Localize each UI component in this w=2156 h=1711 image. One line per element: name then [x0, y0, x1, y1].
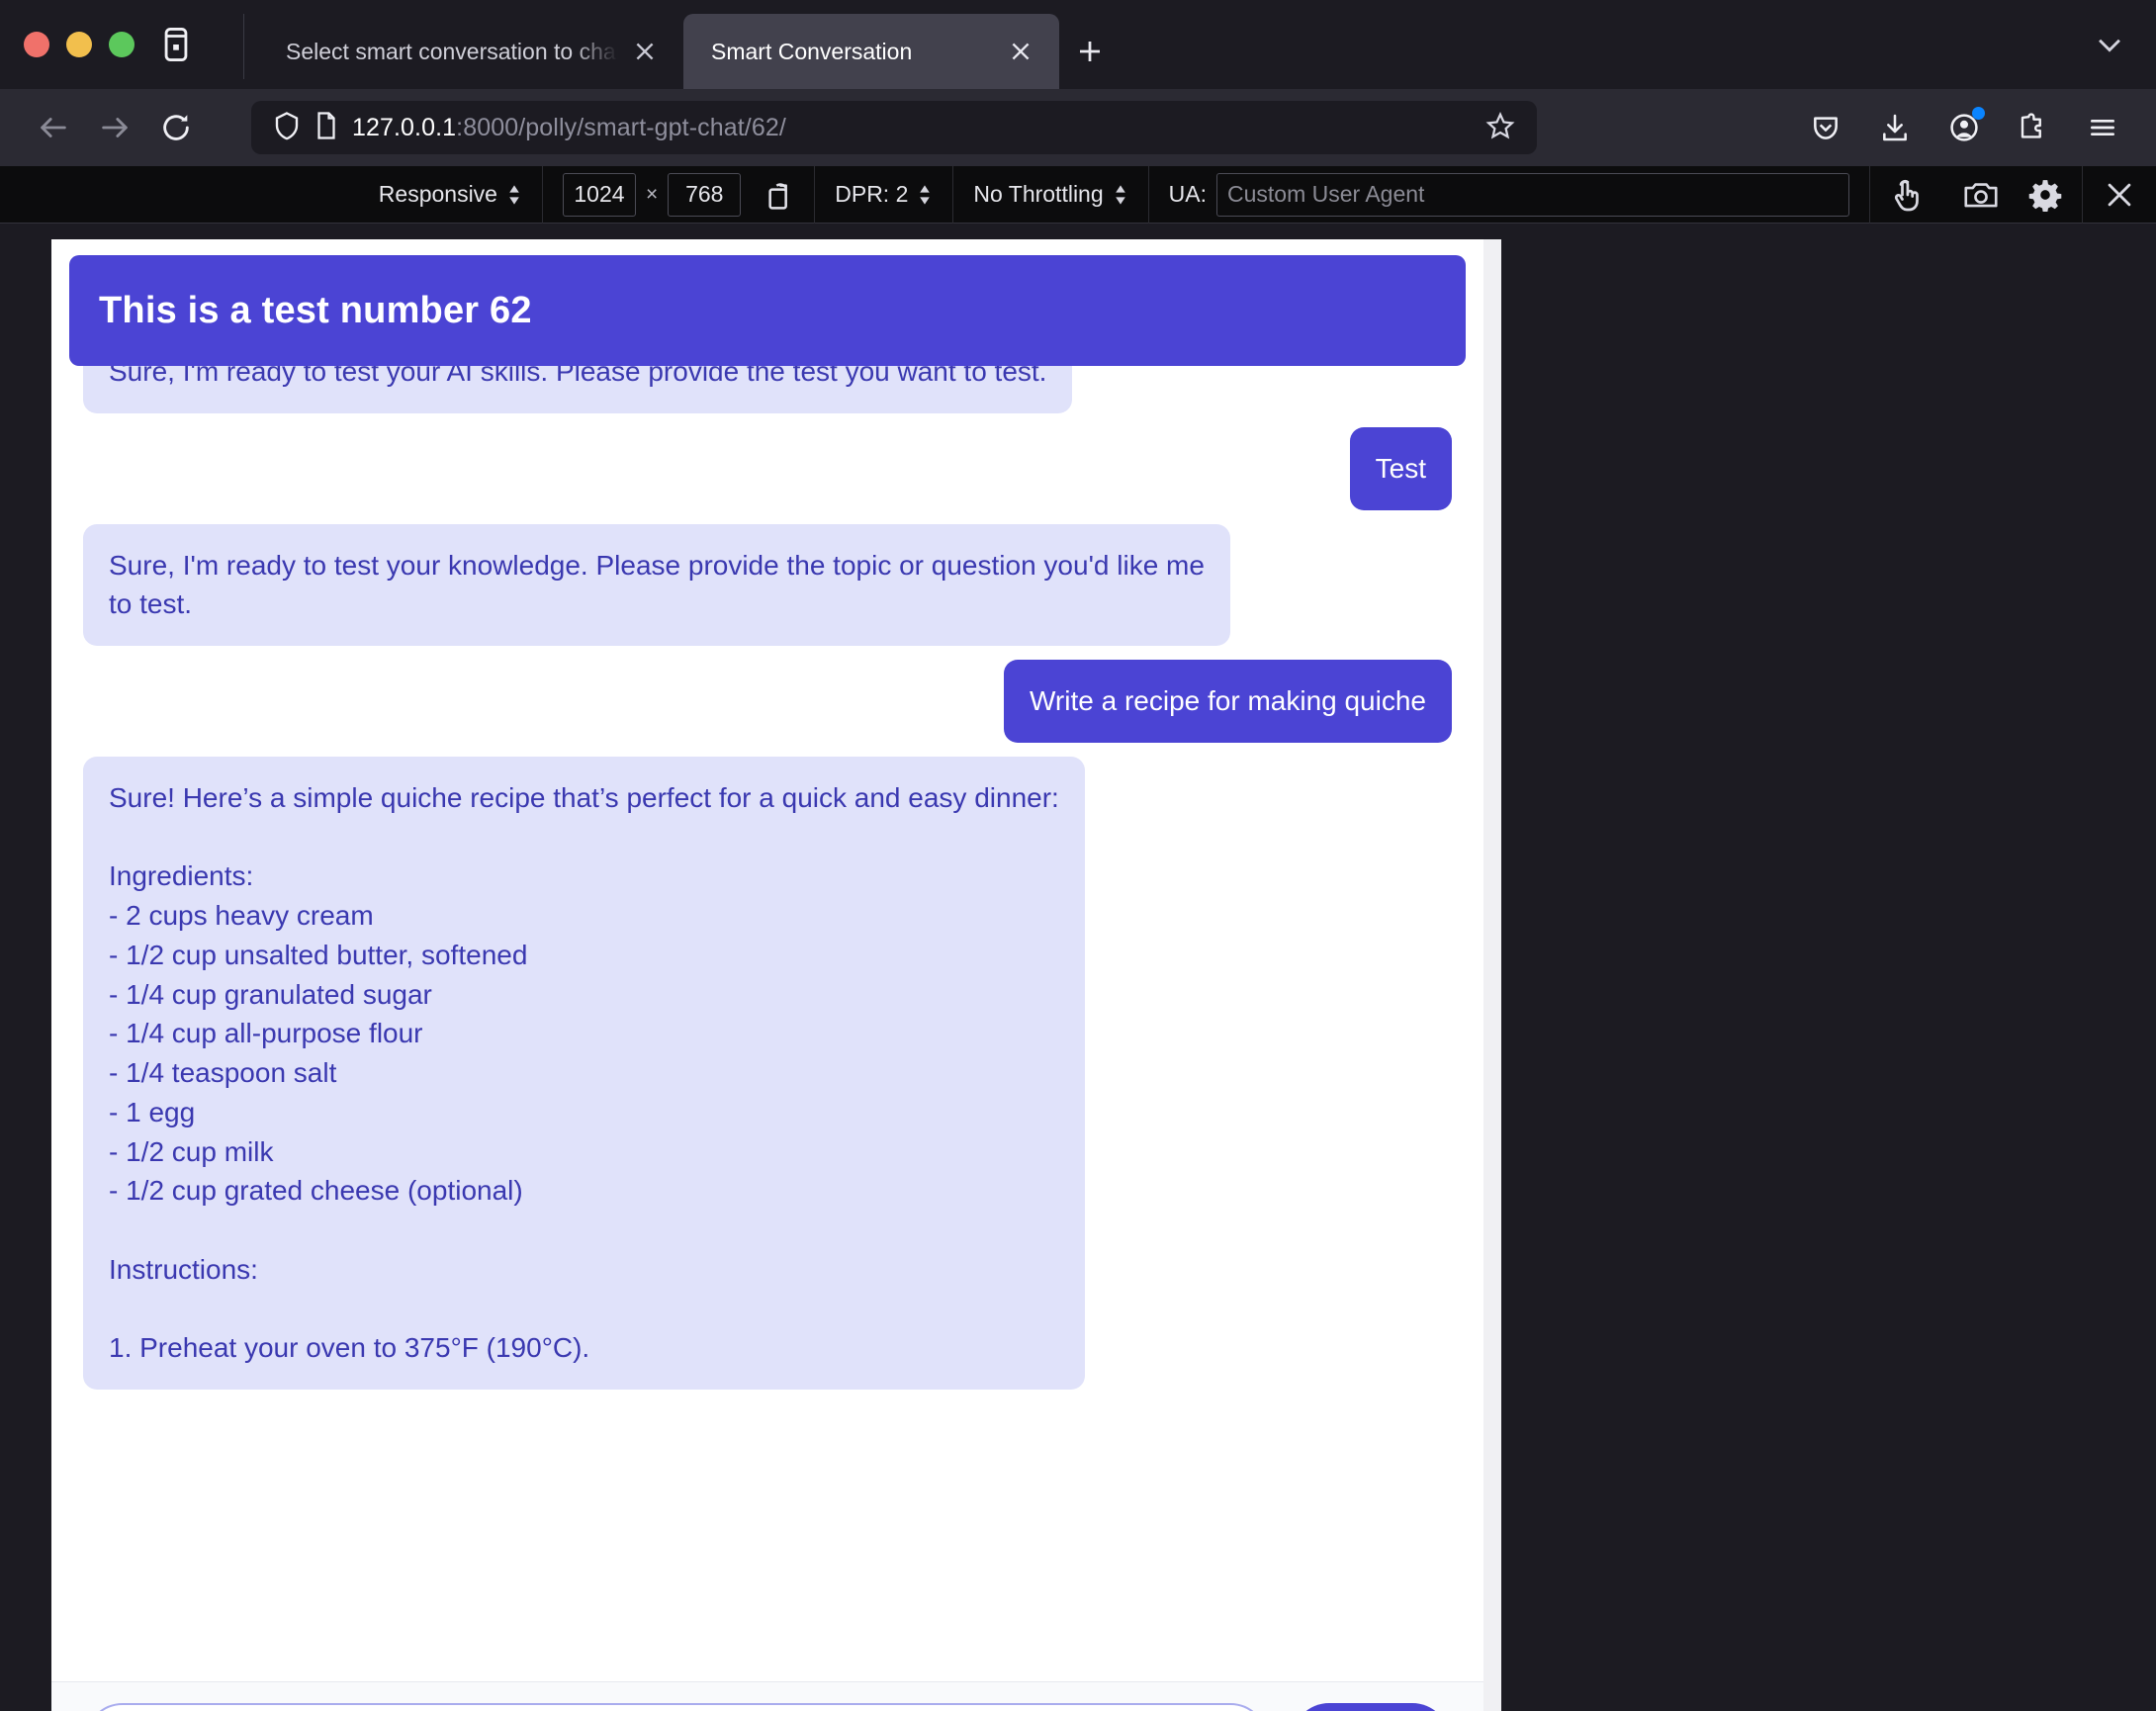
- viewport-size-controls: ×: [542, 166, 814, 224]
- message-row: Test: [83, 427, 1452, 510]
- chat-scroll-area[interactable]: Sure, I'm ready to test your AI skills. …: [51, 239, 1483, 1681]
- chrome-divider: [243, 14, 244, 79]
- account-icon[interactable]: [1936, 100, 1992, 155]
- message-list: Sure, I'm ready to test your AI skills. …: [83, 239, 1452, 1390]
- assistant-message-bubble: Sure, I'm ready to test your knowledge. …: [83, 524, 1230, 647]
- shield-icon[interactable]: [273, 111, 301, 145]
- close-tab-icon[interactable]: [628, 35, 662, 68]
- navigation-toolbar: 127.0.0.1:8000/polly/smart-gpt-chat/62/: [0, 89, 2156, 166]
- dpr-label: DPR: 2: [835, 181, 908, 208]
- minimize-window-button[interactable]: [66, 32, 92, 57]
- responsive-design-toolbar: Responsive × DPR: 2 No Throttling: [0, 166, 2156, 224]
- reload-button[interactable]: [148, 100, 204, 155]
- device-select-label: Responsive: [379, 181, 497, 208]
- pocket-icon[interactable]: [1798, 100, 1853, 155]
- download-icon[interactable]: [1867, 100, 1923, 155]
- chevron-updown-icon: [917, 183, 933, 207]
- throttling-label: No Throttling: [973, 181, 1103, 208]
- rotate-icon[interactable]: [764, 179, 794, 211]
- page-header: This is a test number 62: [69, 255, 1466, 366]
- viewport-scrollbar[interactable]: [1483, 239, 1501, 1711]
- extensions-icon[interactable]: [2006, 100, 2061, 155]
- new-tab-button[interactable]: [1059, 14, 1121, 89]
- tab-title: Select smart conversation to change: [286, 39, 618, 65]
- chevron-updown-icon: [1113, 183, 1128, 207]
- url-bar[interactable]: 127.0.0.1:8000/polly/smart-gpt-chat/62/: [251, 101, 1537, 154]
- tab-smart-conversation[interactable]: Smart Conversation: [683, 14, 1059, 89]
- rdm-right-actions: [1943, 166, 2082, 224]
- tab-title: Smart Conversation: [711, 39, 994, 65]
- browser-window: Select smart conversation to change Smar…: [0, 0, 2156, 1711]
- user-message-bubble: Test: [1350, 427, 1452, 510]
- close-tab-icon[interactable]: [1004, 35, 1037, 68]
- send-button[interactable]: Send: [1292, 1703, 1450, 1711]
- message-composer: Send: [51, 1681, 1483, 1711]
- message-row: Sure, I'm ready to test your knowledge. …: [83, 524, 1452, 647]
- page-title: This is a test number 62: [99, 290, 532, 332]
- forward-button[interactable]: [87, 100, 142, 155]
- viewport-height-input[interactable]: [668, 173, 741, 217]
- rdm-left-spacer: Responsive: [0, 166, 542, 224]
- assistant-message-bubble: Sure! Here’s a simple quiche recipe that…: [83, 757, 1085, 1390]
- page-icon: [314, 111, 338, 145]
- device-select[interactable]: Responsive: [359, 166, 542, 224]
- smart-conversation-page: Sure, I'm ready to test your AI skills. …: [51, 239, 1483, 1711]
- message-row: Sure! Here’s a simple quiche recipe that…: [83, 757, 1452, 1390]
- user-agent-input[interactable]: [1216, 173, 1849, 217]
- list-all-tabs-button[interactable]: [2093, 0, 2156, 89]
- browser-actions: [1798, 100, 2130, 155]
- star-icon[interactable]: [1485, 111, 1515, 145]
- menu-icon[interactable]: [2075, 100, 2130, 155]
- throttling-select[interactable]: No Throttling: [952, 166, 1147, 224]
- ua-label: UA:: [1169, 181, 1207, 208]
- camera-icon[interactable]: [1963, 179, 1999, 211]
- url-text: 127.0.0.1:8000/polly/smart-gpt-chat/62/: [352, 114, 786, 142]
- size-separator: ×: [646, 183, 658, 207]
- back-button[interactable]: [26, 100, 81, 155]
- maximize-window-button[interactable]: [109, 32, 135, 57]
- viewport-width-input[interactable]: [563, 173, 636, 217]
- user-agent-field-group: UA:: [1148, 166, 1869, 224]
- dpr-select[interactable]: DPR: 2: [814, 166, 952, 224]
- close-window-button[interactable]: [24, 32, 49, 57]
- close-rdm-icon[interactable]: [2082, 166, 2156, 224]
- account-badge: [1972, 107, 1985, 120]
- sidebar-icon[interactable]: [144, 0, 208, 89]
- message-row: Write a recipe for making quiche: [83, 660, 1452, 743]
- tab-list: Select smart conversation to change Smar…: [258, 0, 1121, 89]
- chevron-updown-icon: [506, 183, 522, 207]
- page-viewport: Sure, I'm ready to test your AI skills. …: [51, 239, 1483, 1711]
- viewport-wrapper: Sure, I'm ready to test your AI skills. …: [0, 224, 1531, 1711]
- gear-icon[interactable]: [2028, 178, 2062, 212]
- touch-simulation-icon[interactable]: [1869, 166, 1943, 224]
- rdm-stage: Sure, I'm ready to test your AI skills. …: [0, 224, 2156, 1711]
- tab-strip: Select smart conversation to change Smar…: [0, 0, 2156, 89]
- viewport-resize-grip[interactable]: [1501, 239, 1531, 1711]
- message-input[interactable]: [85, 1703, 1268, 1711]
- user-message-bubble: Write a recipe for making quiche: [1004, 660, 1452, 743]
- tab-select-smart-conversation[interactable]: Select smart conversation to change: [258, 14, 683, 89]
- window-controls: [0, 0, 135, 89]
